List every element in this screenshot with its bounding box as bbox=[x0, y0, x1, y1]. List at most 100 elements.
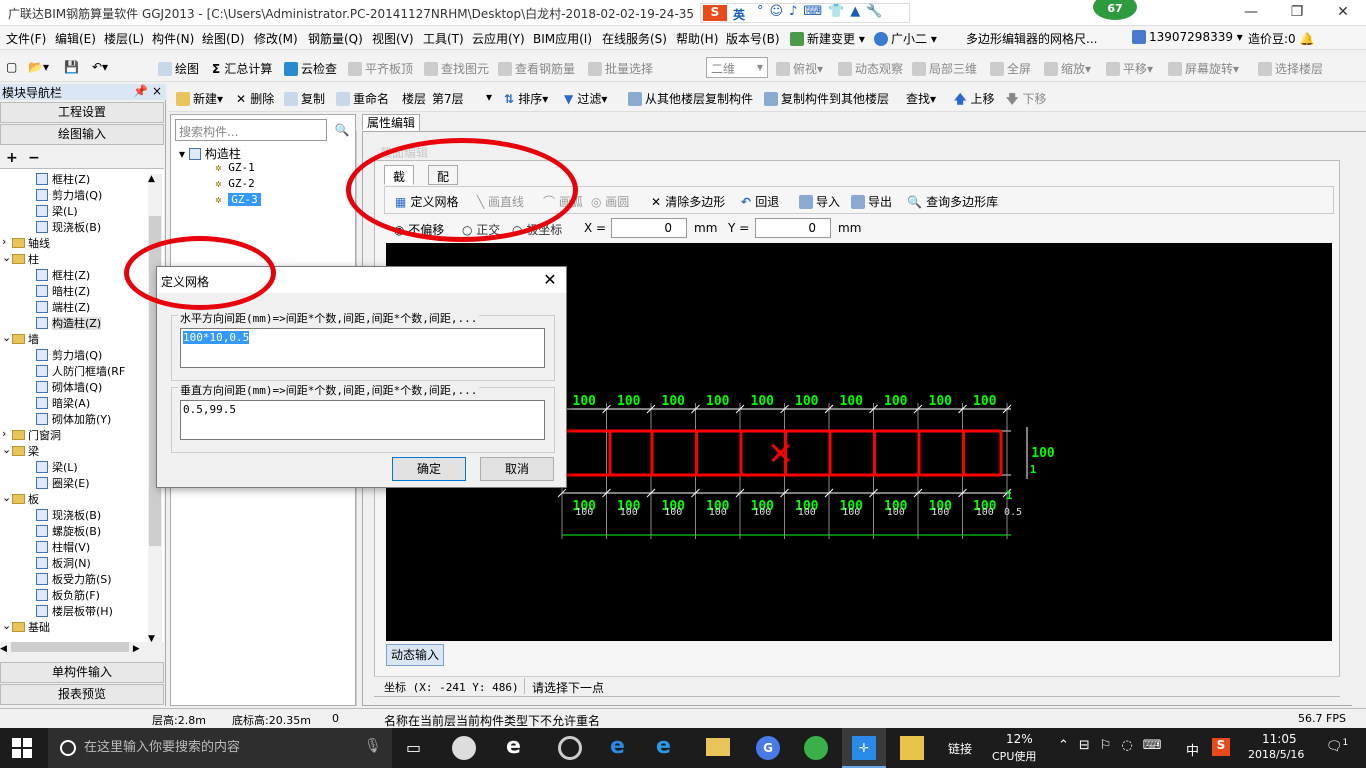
g-app-icon[interactable]: G bbox=[756, 736, 780, 760]
menu-new-change[interactable]: 新建变更 ▾ bbox=[790, 30, 865, 47]
tree-item[interactable]: 板负筋(F) bbox=[36, 587, 100, 603]
menu-online[interactable]: 在线服务(S) bbox=[602, 30, 667, 47]
close-button[interactable]: ✕ bbox=[1320, 0, 1366, 26]
menu-tools[interactable]: 工具(T) bbox=[423, 30, 464, 47]
tree-item[interactable]: 板洞(N) bbox=[36, 555, 91, 571]
tree-folder[interactable]: ⌄ 梁 bbox=[2, 443, 39, 459]
ie2-icon[interactable]: e bbox=[656, 734, 671, 759]
menu-file[interactable]: 文件(F) bbox=[6, 30, 46, 47]
ime-indicator[interactable]: 中 bbox=[1186, 740, 1199, 759]
summary-calc-button[interactable]: Σ 汇总计算 bbox=[212, 60, 272, 77]
chevron-icon[interactable]: ⌄ bbox=[2, 619, 11, 632]
microphone-icon[interactable]: 🎙 bbox=[364, 738, 382, 754]
drawing-input-button[interactable]: 绘图输入 bbox=[0, 124, 164, 145]
user-account[interactable]: 13907298339 ▾ bbox=[1132, 30, 1243, 44]
tree-item[interactable]: 板受力筋(S) bbox=[36, 571, 112, 587]
minimize-button[interactable]: — bbox=[1228, 0, 1274, 26]
query-polygon-lib-button[interactable]: 🔍 查询多边形库 bbox=[907, 193, 998, 210]
view-rebar-button[interactable]: 查看钢筋量 bbox=[498, 60, 575, 77]
tree-item[interactable]: 梁(L) bbox=[36, 203, 78, 219]
tree-folder[interactable]: ⌄ 柱 bbox=[2, 251, 39, 267]
view-mode-select[interactable]: 二维 ▾ bbox=[706, 57, 768, 78]
panel-close-icon[interactable]: × bbox=[152, 84, 162, 98]
menu-floor[interactable]: 楼层(L) bbox=[104, 30, 144, 47]
chevron-icon[interactable]: ⌄ bbox=[2, 331, 11, 344]
clear-polygon-button[interactable]: ✕ 清除多边形 bbox=[651, 193, 725, 210]
local-3d-button[interactable]: 局部三维 bbox=[912, 60, 977, 77]
search-icon[interactable]: 🔍 bbox=[331, 119, 353, 141]
editor-scrollbar[interactable] bbox=[1352, 132, 1366, 706]
sort-button[interactable]: ⇅ 排序▾ bbox=[504, 90, 548, 107]
sogou-tray-icon[interactable]: S bbox=[1212, 738, 1230, 756]
chevron-icon[interactable]: › bbox=[2, 427, 6, 440]
tree-item[interactable]: 剪力墙(Q) bbox=[36, 187, 102, 203]
expand-all-icon[interactable]: + bbox=[6, 150, 18, 166]
menu-view[interactable]: 视图(V) bbox=[372, 30, 414, 47]
tree-item[interactable]: 现浇板(B) bbox=[36, 507, 101, 523]
tree-item[interactable]: 柱帽(V) bbox=[36, 539, 90, 555]
tree-item[interactable]: 剪力墙(Q) bbox=[36, 347, 102, 363]
fan-app-icon[interactable] bbox=[452, 736, 476, 760]
move-down-button[interactable]: 🡇 下移 bbox=[1006, 90, 1047, 111]
draw-button[interactable]: 绘图 bbox=[158, 60, 199, 77]
tree-item[interactable]: 砌体墙(Q) bbox=[36, 379, 102, 395]
tree-item[interactable]: 圈梁(E) bbox=[36, 475, 90, 491]
tree-folder[interactable]: ⌄ 墙 bbox=[2, 331, 39, 347]
filter-button[interactable]: ▼ 过滤▾ bbox=[564, 90, 607, 107]
x-input[interactable]: 0 bbox=[611, 218, 687, 238]
edge-icon[interactable]: e bbox=[610, 734, 625, 759]
menu-cloud[interactable]: 云应用(Y) bbox=[472, 30, 525, 47]
draw-circle-button[interactable]: ◎ 画圆 bbox=[591, 193, 629, 210]
tree-item[interactable]: 人防门框墙(RF bbox=[36, 363, 125, 379]
price-beans[interactable]: 造价豆:0 🔔 bbox=[1248, 30, 1314, 47]
task-view-icon[interactable]: ▭ bbox=[406, 738, 421, 757]
taskbar-search-input[interactable]: 在这里输入你要搜索的内容 bbox=[48, 728, 392, 768]
component-item[interactable]: ✲ GZ-1 bbox=[215, 161, 255, 174]
cloud-check-button[interactable]: 云检查 bbox=[284, 60, 337, 77]
menu-help[interactable]: 帮助(H) bbox=[676, 30, 718, 47]
tree-folder[interactable]: ⌄ 基础 bbox=[2, 619, 50, 635]
cancel-button[interactable]: 取消 bbox=[480, 457, 554, 481]
find-button[interactable]: 查找▾ bbox=[906, 90, 936, 107]
dynamic-input-button[interactable]: 动态输入 bbox=[386, 644, 444, 666]
windows-start-icon[interactable] bbox=[12, 738, 32, 758]
tree-item[interactable]: 楼层板带(H) bbox=[36, 603, 113, 619]
new-file-icon[interactable]: ▢ bbox=[6, 60, 17, 74]
menu-modify[interactable]: 修改(M) bbox=[254, 30, 298, 47]
menu-guangxiaoer[interactable]: 广小二 ▾ bbox=[874, 30, 937, 47]
ggj-taskbar-button[interactable]: ✛ bbox=[842, 728, 886, 768]
fullscreen-button[interactable]: 全屏 bbox=[990, 60, 1031, 77]
chevron-icon[interactable]: ⌄ bbox=[2, 443, 11, 456]
select-floor-button[interactable]: 选择楼层 bbox=[1258, 60, 1323, 77]
dialog-close-icon[interactable]: ✕ bbox=[537, 269, 563, 291]
copy-to-floor-button[interactable]: 复制构件到其他楼层 bbox=[764, 90, 889, 107]
menu-version[interactable]: 版本号(B) bbox=[726, 30, 780, 47]
tree-item[interactable]: 暗柱(Z) bbox=[36, 283, 90, 299]
file-explorer-icon[interactable] bbox=[706, 738, 730, 756]
batch-select-button[interactable]: 批量选择 bbox=[588, 60, 653, 77]
ok-button[interactable]: 确定 bbox=[392, 457, 466, 481]
top-view-button[interactable]: 俯视▾ bbox=[776, 60, 823, 77]
new-component-button[interactable]: 新建▾ bbox=[176, 90, 223, 107]
move-up-button[interactable]: 🡅 上移 bbox=[954, 90, 995, 111]
tree-folder[interactable]: ⌄ 板 bbox=[2, 491, 39, 507]
find-element-button[interactable]: 查找图元 bbox=[424, 60, 489, 77]
clock-date[interactable]: 2018/5/16 bbox=[1248, 748, 1304, 761]
delete-button[interactable]: ✕ 删除 bbox=[236, 90, 274, 107]
notification-icon[interactable]: 🗨1 bbox=[1326, 738, 1348, 754]
tray-icons[interactable]: ⌃⊟⚐◌⌨ bbox=[1058, 738, 1172, 753]
save-icon[interactable]: 💾 bbox=[64, 60, 79, 74]
orbit-button[interactable]: 动态观察 bbox=[838, 60, 903, 77]
horizontal-spacing-input[interactable]: 100*10,0.5 bbox=[180, 328, 545, 368]
export-button[interactable]: 导出 bbox=[851, 193, 892, 210]
green-app-icon[interactable] bbox=[804, 736, 828, 760]
vertical-spacing-input[interactable]: 0.5,99.5 bbox=[180, 400, 545, 440]
collapse-all-icon[interactable]: − bbox=[28, 150, 40, 166]
rename-button[interactable]: 重命名 bbox=[336, 90, 389, 107]
undo-button[interactable]: ↶ 回退 bbox=[741, 193, 779, 210]
tree-item[interactable]: 暗梁(A) bbox=[36, 395, 90, 411]
pin-icon[interactable]: 📌 bbox=[133, 84, 148, 98]
menu-edit[interactable]: 编辑(E) bbox=[55, 30, 96, 47]
chevron-icon[interactable]: ⌄ bbox=[2, 251, 11, 264]
clock-time[interactable]: 11:05 bbox=[1262, 732, 1297, 746]
